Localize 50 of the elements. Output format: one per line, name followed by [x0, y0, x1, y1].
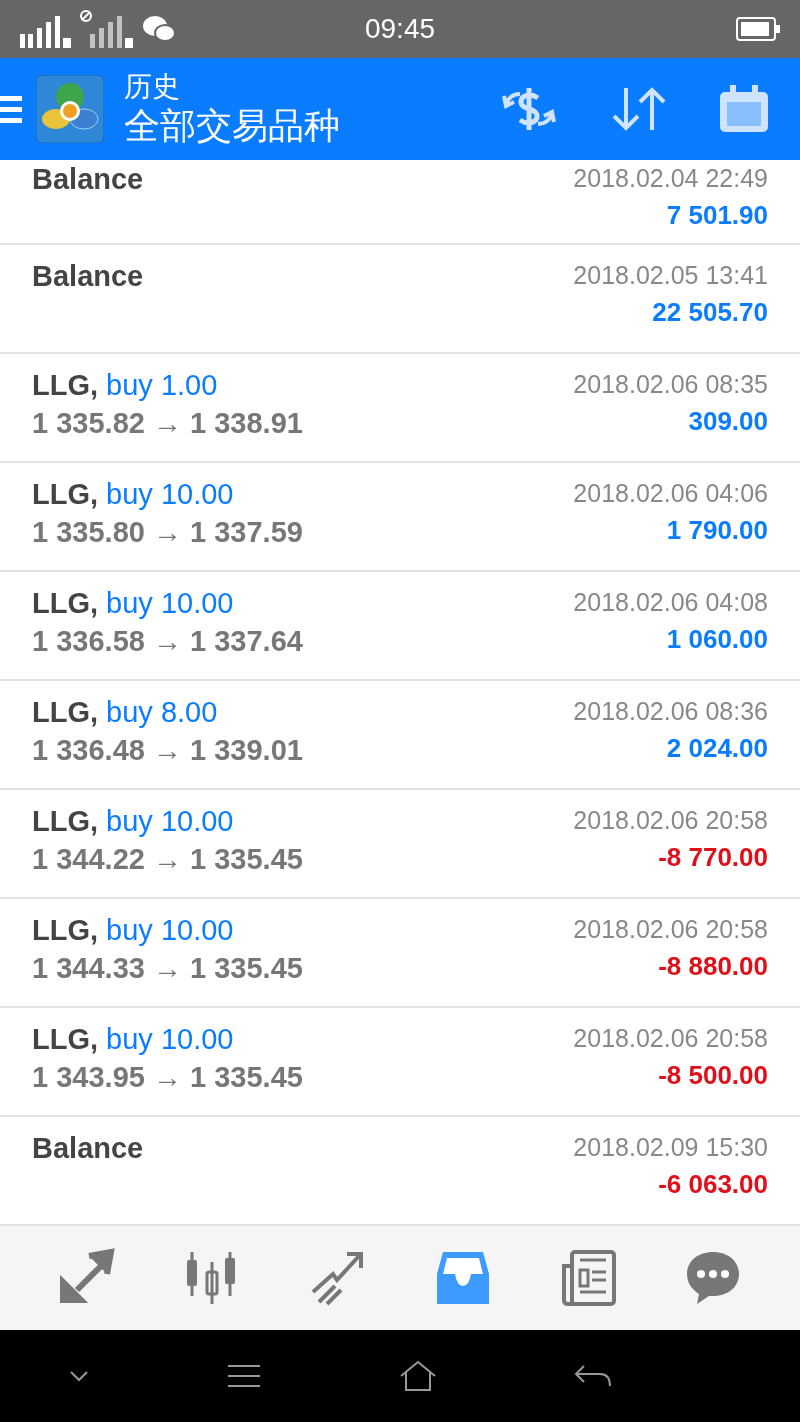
profit-amount: -8 770.00 [658, 841, 768, 874]
deal-time: 2018.02.06 08:35 [573, 369, 768, 400]
newspaper-icon[interactable] [559, 1248, 616, 1308]
deal-time: 2018.02.06 04:08 [573, 587, 768, 618]
price-range: 1 335.80 → 1 337.59 [32, 515, 303, 550]
profit-amount: 2 024.00 [666, 732, 768, 765]
chevron-down-icon[interactable] [68, 1370, 89, 1382]
trade-title: LLG, buy 10.00 [32, 477, 235, 512]
profit-amount: 7 501.90 [666, 199, 768, 232]
profit-amount: -8 500.00 [658, 1059, 768, 1092]
price-range: 1 336.48 → 1 339.01 [32, 733, 303, 768]
deal-time: 2018.02.06 20:58 [573, 805, 768, 836]
trade-title: LLG, buy 1.00 [32, 368, 219, 403]
signal-icon [80, 8, 136, 50]
deal-time: 2018.02.05 13:41 [573, 260, 768, 291]
back-icon[interactable] [573, 1364, 612, 1388]
profit-amount: -8 880.00 [658, 950, 768, 983]
deal-time: 2018.02.09 15:30 [573, 1132, 768, 1163]
battery-icon [736, 16, 782, 42]
app-logo-icon [36, 75, 104, 143]
price-range: 1 344.33 → 1 335.45 [32, 951, 303, 986]
clock: 09:45 [364, 13, 436, 45]
trade-title: LLG, buy 10.00 [32, 913, 235, 948]
operation-type: Balance [32, 162, 144, 197]
deal-time: 2018.02.06 08:36 [573, 696, 768, 727]
price-range: 1 343.95 → 1 335.45 [32, 1060, 303, 1095]
operation-type: Balance [32, 259, 144, 294]
profit-amount: -6 063.00 [658, 1168, 768, 1201]
screen-title: 历史 [124, 70, 181, 104]
profit-amount: 1 060.00 [666, 623, 768, 656]
trade-title: LLG, buy 8.00 [32, 695, 219, 730]
trade-title: LLG, buy 10.00 [32, 586, 235, 621]
profit-amount: 1 790.00 [666, 514, 768, 547]
symbol-filter[interactable]: 全部交易品种 [124, 104, 498, 148]
profit-amount: 309.00 [688, 405, 768, 438]
deal-time: 2018.02.06 04:06 [573, 478, 768, 509]
menu-icon[interactable] [225, 1363, 262, 1389]
calendar-icon[interactable] [718, 84, 770, 134]
menu-icon[interactable] [0, 94, 22, 124]
deal-time: 2018.02.04 22:49 [573, 163, 768, 194]
price-range: 1 335.82 → 1 338.91 [32, 406, 303, 441]
home-icon[interactable] [398, 1360, 437, 1392]
operation-type: Balance [32, 1131, 144, 1166]
trade-title: LLG, buy 10.00 [32, 1022, 235, 1057]
deal-time: 2018.02.06 20:58 [573, 1023, 768, 1054]
deal-time: 2018.02.06 20:58 [573, 914, 768, 945]
price-range: 1 336.58 → 1 337.64 [32, 624, 303, 659]
profit-amount: 22 505.70 [652, 296, 768, 329]
price-range: 1 344.22 → 1 335.45 [32, 842, 303, 877]
trade-title: LLG, buy 10.00 [32, 804, 235, 839]
